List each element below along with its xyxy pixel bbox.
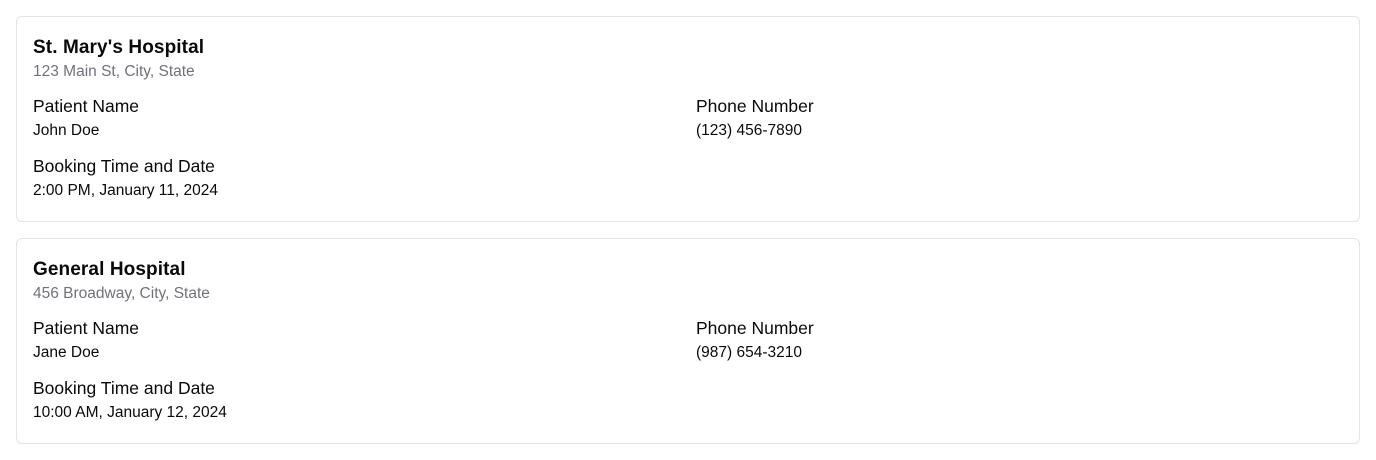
phone-number-value: (987) 654-3210 [696, 344, 802, 361]
appointment-details: Patient Name Jane Doe Phone Number (987)… [33, 317, 1343, 437]
patient-name-value: John Doe [33, 122, 100, 139]
appointment-details: Patient Name John Doe Phone Number (123)… [33, 95, 1343, 215]
hospital-name: General Hospital [33, 259, 186, 280]
phone-number-field: Phone Number (123) 456-7890 [696, 95, 1343, 155]
phone-number-label: Phone Number [696, 96, 814, 116]
appointment-list: St. Mary's Hospital 123 Main St, City, S… [16, 16, 1360, 460]
patient-name-field: Patient Name Jane Doe [33, 317, 696, 377]
booking-time-field: Booking Time and Date 2:00 PM, January 1… [33, 155, 696, 215]
phone-number-field: Phone Number (987) 654-3210 [696, 317, 1343, 377]
hospital-address: 123 Main St, City, State [33, 63, 195, 80]
booking-time-label: Booking Time and Date [33, 378, 215, 398]
phone-number-label: Phone Number [696, 318, 814, 338]
patient-name-value: Jane Doe [33, 344, 100, 361]
appointment-card: General Hospital 456 Broadway, City, Sta… [16, 238, 1360, 444]
phone-number-value: (123) 456-7890 [696, 122, 802, 139]
appointment-card: St. Mary's Hospital 123 Main St, City, S… [16, 16, 1360, 222]
hospital-name: St. Mary's Hospital [33, 37, 205, 58]
booking-time-field: Booking Time and Date 10:00 AM, January … [33, 377, 696, 437]
booking-time-value: 10:00 AM, January 12, 2024 [33, 404, 227, 421]
patient-name-field: Patient Name John Doe [33, 95, 696, 155]
patient-name-label: Patient Name [33, 96, 140, 116]
booking-time-value: 2:00 PM, January 11, 2024 [33, 182, 218, 199]
patient-name-label: Patient Name [33, 318, 140, 338]
booking-time-label: Booking Time and Date [33, 156, 215, 176]
hospital-address: 456 Broadway, City, State [33, 285, 210, 302]
